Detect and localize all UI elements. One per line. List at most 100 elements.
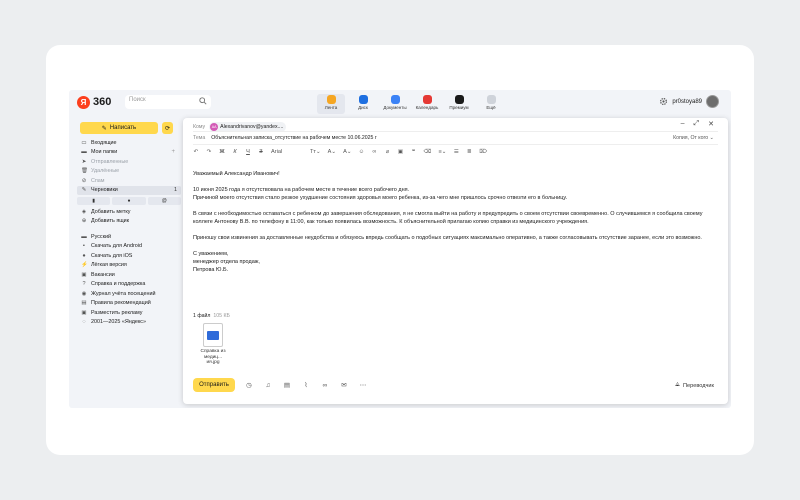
sidebar-item-label: Входящие — [91, 139, 117, 146]
copyright-icon: ◌ — [82, 319, 86, 326]
bell-icon[interactable]: ♫ — [263, 382, 273, 389]
bold-icon[interactable]: Ж — [219, 149, 225, 155]
link-attach-icon[interactable]: ∞ — [320, 382, 330, 389]
link-icon[interactable]: ∞ — [372, 149, 378, 155]
user-menu[interactable]: pr0stoya89 — [659, 95, 719, 108]
font-select[interactable]: Arial — [271, 149, 303, 155]
paragraph-2: В связи с необходимостью оставаться с ре… — [193, 211, 703, 225]
label-filter-bar: ▮ ● @ — [77, 197, 181, 205]
font-size-icon[interactable]: Tт⌄ — [310, 149, 321, 155]
redo-icon[interactable]: ↷ — [206, 149, 212, 155]
subject-row[interactable]: Тема Объяснительная записка_отсутствие н… — [193, 135, 377, 141]
sidebar-item[interactable]: ▤ Правила рекомендаций — [77, 299, 181, 309]
add-mailbox-icon: ⊕ — [81, 218, 87, 225]
send-button[interactable]: Отправить — [193, 378, 235, 392]
text-color-icon[interactable]: A⌄ — [328, 149, 336, 155]
sidebar-item[interactable]: ◉ Журнал учёта посещений — [77, 289, 181, 299]
username[interactable]: pr0stoya89 — [672, 99, 702, 105]
emoji-icon[interactable]: ☺ — [359, 149, 365, 155]
pencil-icon: ✎ — [101, 125, 107, 132]
minimize-icon[interactable]: – — [681, 120, 685, 128]
service-0[interactable]: Лента — [317, 94, 345, 114]
service-1[interactable]: Диск — [349, 94, 377, 114]
compose-button[interactable]: ✎ Написать — [80, 122, 158, 134]
clock-icon[interactable]: ◷ — [244, 381, 254, 389]
underline-icon[interactable]: Ч — [245, 149, 251, 155]
service-icon — [486, 95, 496, 104]
avatar[interactable] — [706, 95, 719, 108]
highlight-icon[interactable]: A⌄ — [343, 149, 351, 155]
template-icon[interactable]: ▤ — [282, 381, 292, 389]
compose-footer: Отправить ◷ ♫ ▤ ⌇ ∞ ✉ ⋯ — [193, 378, 368, 392]
cc-label: Копия, От кого — [673, 135, 709, 141]
sidebar-item-label: Журнал учёта посещений — [91, 290, 156, 297]
add-folder-button[interactable]: + — [171, 149, 175, 155]
service-icon — [454, 95, 464, 104]
sidebar-item[interactable]: ◈ Добавить метку — [77, 207, 181, 217]
unread-count: 1 — [174, 187, 177, 194]
service-5[interactable]: Ещё — [477, 94, 505, 114]
sidebar-item[interactable]: ◌ 2001—2025 «Яндекс» — [77, 318, 181, 328]
spam-icon: ⊘ — [81, 177, 87, 184]
translator-button[interactable]: ⟁ Переводчик — [675, 382, 714, 389]
eraser-icon[interactable]: ⌦ — [479, 149, 487, 155]
cc-toggle[interactable]: Копия, От кого ⌄ — [673, 135, 714, 141]
search-input[interactable]: Поиск — [125, 95, 211, 109]
sidebar-item[interactable]: ➤ Отправленные — [77, 157, 181, 167]
label-filter-button[interactable]: @ — [147, 197, 181, 205]
service-label: Лента — [324, 105, 338, 110]
service-3[interactable]: Календарь — [413, 94, 441, 114]
ads-icon: ▣ — [81, 309, 87, 316]
sidebar-item[interactable]: ⊘ Спам — [77, 176, 181, 186]
paragraph-1-line-1: 10 июня 2025 года я отсутствовала на раб… — [193, 187, 410, 193]
image-file-icon — [203, 323, 223, 347]
more-icon[interactable]: ⋯ — [358, 381, 368, 389]
sidebar-item[interactable]: ⊕ Добавить ящик — [77, 217, 181, 227]
sidebar-item[interactable]: ▬ Русский — [77, 232, 181, 242]
strikethrough-icon[interactable]: З — [258, 149, 264, 155]
sidebar-item-label: Скачать для iOS — [91, 252, 133, 259]
label-filter-button[interactable]: ▮ — [77, 197, 111, 205]
jobs-icon: ▣ — [81, 271, 87, 278]
window-controls: – ⤢ ✕ — [681, 120, 714, 128]
refresh-button[interactable]: ⟳ — [162, 122, 173, 134]
service-label: Премиум — [449, 105, 469, 110]
image-icon[interactable]: ▣ — [398, 149, 404, 155]
sidebar: ✎ Написать ⟳ ▭ Входящие ▬ Мои папки + ➤ Отправ… — [69, 114, 181, 408]
close-icon[interactable]: ✕ — [708, 120, 714, 128]
yandex-360-logo[interactable]: Я 360 — [77, 95, 111, 109]
subject-field[interactable]: Объяснительная записка_отсутствие на раб… — [211, 135, 377, 141]
italic-icon[interactable]: К — [232, 149, 238, 155]
message-body[interactable]: Уважаемый Александр Иванович! 10 июня 20… — [193, 170, 718, 282]
inbox-icon: ▭ — [81, 139, 87, 146]
mail-icon[interactable]: ✉ — [339, 381, 349, 389]
sidebar-item[interactable]: ? Справка и поддержка — [77, 280, 181, 290]
sidebar-item[interactable]: ✎ Черновики 1 — [77, 185, 181, 195]
service-icon — [390, 95, 400, 104]
bullet-list-icon[interactable]: ☰ — [453, 149, 459, 155]
service-2[interactable]: Документы — [381, 94, 409, 114]
sidebar-item[interactable]: 🗑 Удалённые — [77, 167, 181, 177]
sidebar-item[interactable]: ▣ Вакансии — [77, 270, 181, 280]
undo-icon[interactable]: ↶ — [193, 149, 199, 155]
expand-icon[interactable]: ⤢ — [694, 120, 700, 128]
clear-format-icon[interactable]: ⌫ — [424, 149, 432, 155]
quote-icon[interactable]: ❝ — [411, 149, 417, 155]
sidebar-item[interactable]: ▪ Скачать для Android — [77, 242, 181, 252]
sidebar-item[interactable]: ▭ Входящие — [77, 138, 181, 148]
sidebar-item[interactable]: ▣ Разместить рекламу — [77, 308, 181, 318]
flag-icon: ▬ — [81, 233, 87, 240]
label-filter-button[interactable]: ● — [112, 197, 146, 205]
sidebar-item[interactable]: ⚡ Лёгкая версия — [77, 261, 181, 271]
search-icon[interactable] — [199, 97, 207, 105]
align-icon[interactable]: ≡⌄ — [438, 149, 446, 155]
sidebar-item[interactable]: ▬ Мои папки + — [77, 148, 181, 158]
gear-icon[interactable] — [659, 97, 668, 106]
attachment-item[interactable]: Справка из медиц... ия.jpg — [197, 323, 229, 366]
attach-icon[interactable]: ⌇ — [301, 381, 311, 389]
service-4[interactable]: Премиум — [445, 94, 473, 114]
unlink-icon[interactable]: ⌀ — [385, 149, 391, 155]
sidebar-item[interactable]: ● Скачать для iOS — [77, 251, 181, 261]
numbered-list-icon[interactable]: ≣ — [466, 149, 472, 155]
sidebar-item-label: Удалённые — [91, 168, 120, 175]
